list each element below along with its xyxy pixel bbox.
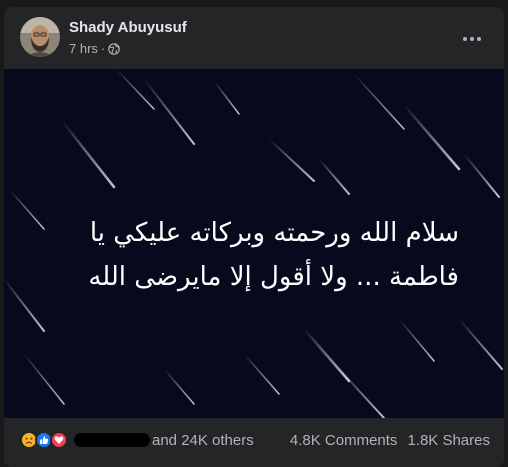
avatar-image [20,17,60,57]
more-options-button[interactable] [454,21,490,57]
post-image[interactable]: سلام الله ورحمته وبركاته عليكي يا فاطمة … [4,69,504,418]
post-meta: 7 hrs · [69,41,121,56]
reaction-icons[interactable] [20,431,68,449]
love-reaction-icon [50,431,68,449]
reactions-bar: and 24K others 4.8K Comments 1.8K Shares [4,418,504,462]
author-name[interactable]: Shady Abuyusuf [69,19,187,36]
shares-count[interactable]: 1.8K Shares [407,432,490,449]
image-text-line-2: فاطمة ... ولا أقول إلا مايرضى الله [88,262,459,292]
image-text: سلام الله ورحمته وبركاته عليكي يا فاطمة … [4,211,504,299]
post-header: Shady Abuyusuf 7 hrs · [4,7,504,69]
more-options-icon [463,37,481,41]
globe-icon[interactable] [108,42,121,55]
post-time[interactable]: 7 hrs [69,41,98,56]
reactions-count[interactable]: and 24K others [152,432,254,449]
redacted-names [74,433,150,447]
author-avatar[interactable] [20,17,60,57]
comments-count[interactable]: 4.8K Comments [290,432,398,449]
meta-separator: · [100,41,106,56]
image-text-line-1: سلام الله ورحمته وبركاته عليكي يا [89,218,459,248]
post-card: Shady Abuyusuf 7 hrs · سلام الله ورحمته … [4,7,504,467]
